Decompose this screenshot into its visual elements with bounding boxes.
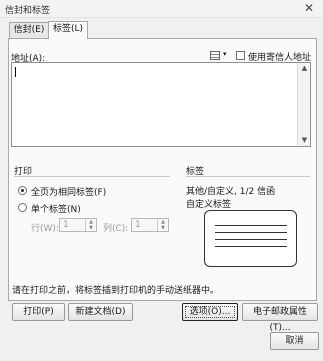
scroll-down-icon[interactable]: ▼ [298,136,311,144]
row-label: 行(W): [31,224,59,234]
row-stepper[interactable]: 1 ▲ ▼ [59,218,97,232]
print-button[interactable]: 打印(P) [12,303,65,321]
print-group-divider [14,176,170,177]
text-caret [15,67,16,77]
cancel-button[interactable]: 取消 [270,332,319,350]
preview-line [215,246,287,247]
col-stepper[interactable]: 1 ▲ ▼ [131,218,169,232]
preview-line [215,232,287,233]
window-title: 信封和标签 [5,6,51,16]
row-value: 1 [63,220,69,230]
label-preview[interactable] [204,210,297,267]
col-stepper-arrows-icon[interactable]: ▲ ▼ [157,219,168,231]
feed-hint-text: 请在打印之前，将标签插到打印机的手动送纸器中。 [12,286,220,296]
new-document-button[interactable]: 新建文档(D) [68,303,133,321]
preview-line [215,225,287,226]
label-name-text: 自定义标签 [186,200,232,210]
address-scrollbar[interactable]: ▲ ▼ [297,63,310,146]
col-value: 1 [135,220,141,230]
scroll-up-icon[interactable]: ▲ [298,64,311,72]
options-button-label: 选项(O)... [189,307,231,317]
address-textarea[interactable] [11,62,311,147]
col-label: 列(C): [103,224,129,234]
e-postage-button[interactable]: 电子邮政属性(T)... [242,303,318,333]
label-group-divider [186,176,310,177]
tab-labels[interactable]: 标签(L) [48,21,88,39]
chevron-down-icon[interactable]: ▾ [223,50,227,58]
close-icon[interactable]: ✕ [298,1,320,17]
full-page-radio[interactable] [18,186,27,195]
tab-envelopes[interactable]: 信封(E) [9,22,49,38]
row-stepper-arrows-icon[interactable]: ▲ ▼ [85,219,96,231]
single-label-radio[interactable] [18,203,27,212]
full-page-label: 全页为相同标签(F) [31,188,107,198]
address-book-icon[interactable] [210,51,220,60]
options-button[interactable]: 选项(O)... [182,303,238,321]
single-label-label: 单个标签(N) [31,205,81,215]
use-return-address-checkbox[interactable] [236,51,245,60]
preview-line [215,239,287,240]
label-type-text: 其他/自定义, 1/2 信函 [186,187,276,197]
